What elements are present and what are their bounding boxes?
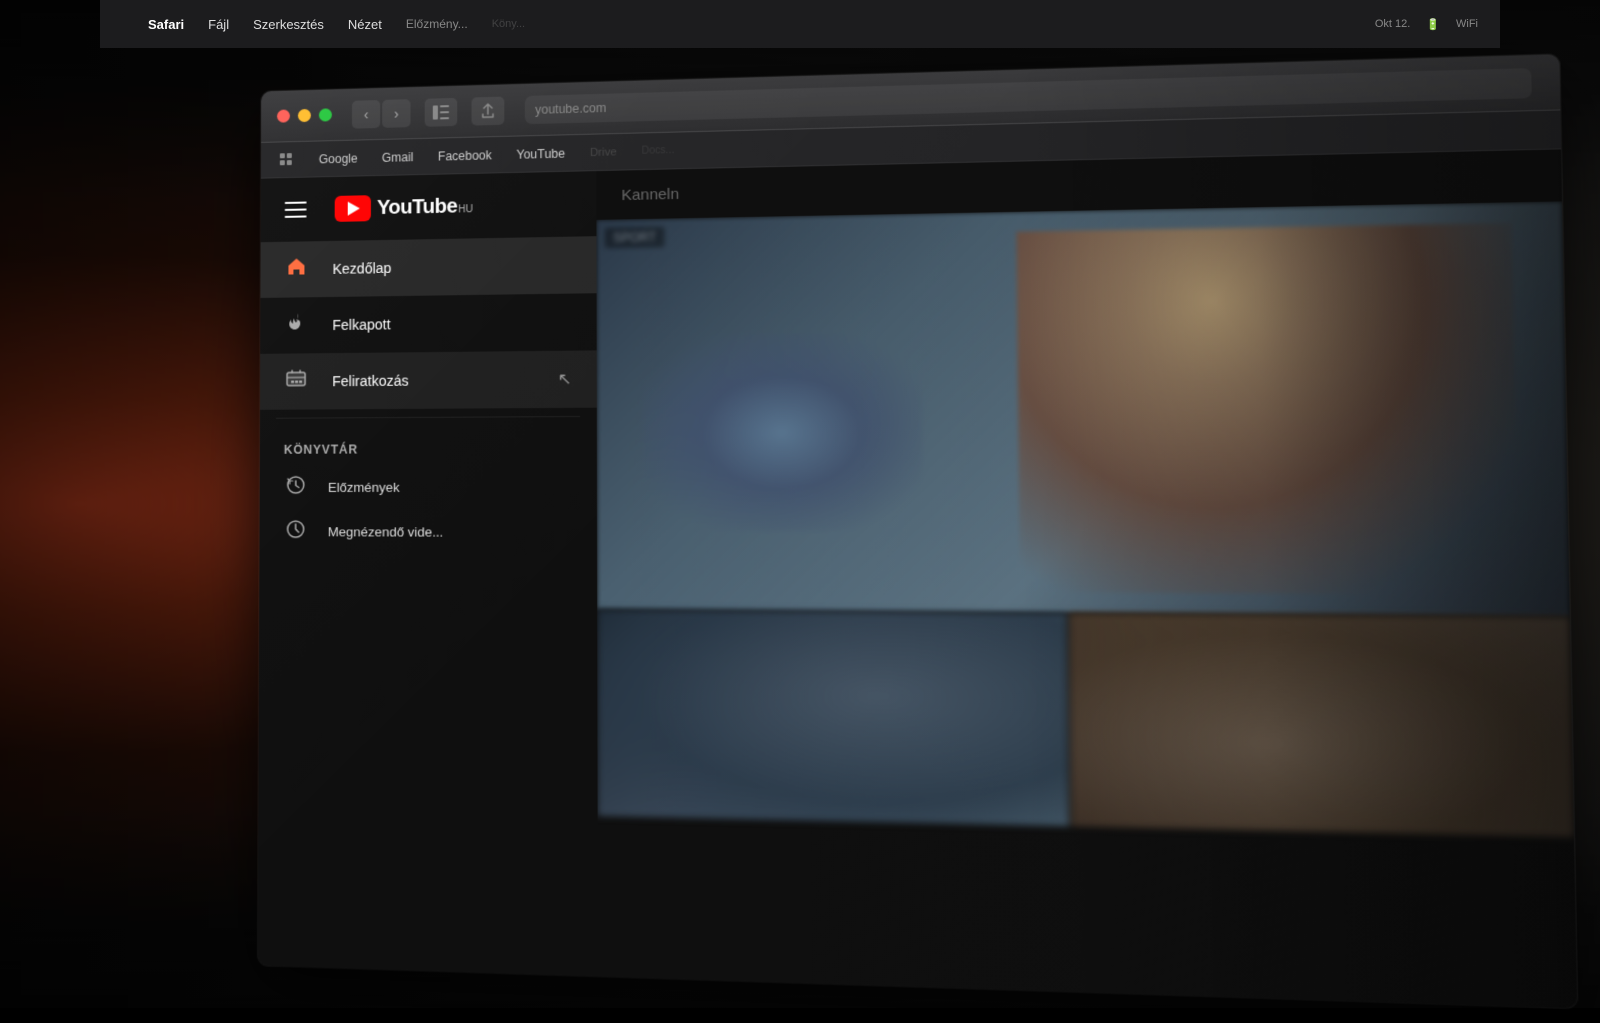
address-text: youtube.com xyxy=(535,100,606,116)
sidebar-toggle-button[interactable] xyxy=(425,97,458,126)
menu-battery: 🔋 xyxy=(1420,14,1446,35)
hamburger-line-3 xyxy=(285,215,307,217)
play-triangle xyxy=(348,201,360,215)
menu-nezet[interactable]: Nézet xyxy=(336,13,394,36)
monitor: ‹ › youtube.com xyxy=(198,0,1600,1023)
youtube-country-code: HU xyxy=(458,204,473,215)
back-button[interactable]: ‹ xyxy=(352,100,380,129)
nav-item-subscriptions[interactable]: Feliratkozás ↖ xyxy=(260,350,597,409)
bookmark-docs[interactable]: Docs... xyxy=(631,141,685,162)
menu-date: Okt 12. xyxy=(1369,14,1416,34)
youtube-sidebar: YouTube HU Kezdőlap xyxy=(258,171,598,976)
menu-safari[interactable]: Safari xyxy=(136,13,196,36)
menu-szerkesztes[interactable]: Szerkesztés xyxy=(241,13,336,36)
nav-buttons: ‹ › xyxy=(352,99,411,129)
yt-header: YouTube HU xyxy=(261,171,597,242)
hamburger-line-1 xyxy=(285,202,307,204)
library-section-title: KÖNYVTÁR xyxy=(260,425,597,465)
maximize-button[interactable] xyxy=(319,108,332,121)
nav-subscriptions-label: Feliratkozás xyxy=(332,373,408,390)
fire-icon xyxy=(284,311,308,339)
macos-menubar: Safari Fájl Szerkesztés Nézet Előzmény..… xyxy=(100,0,1500,48)
nav-item-trending[interactable]: Felkapott xyxy=(260,293,596,354)
menu-fajl[interactable]: Fájl xyxy=(196,13,241,36)
bookmark-gmail[interactable]: Gmail xyxy=(372,145,424,168)
bookmarks-grid-icon[interactable] xyxy=(277,149,297,169)
nav-item-history[interactable]: Előzmények xyxy=(260,464,597,509)
nav-trending-label: Felkapott xyxy=(332,316,390,333)
nav-item-watch-later[interactable]: Megnézendő vide... xyxy=(259,509,597,554)
yt-main-content: Kanneln SPORT xyxy=(596,149,1577,1008)
bookmark-facebook[interactable]: Facebook xyxy=(428,143,502,167)
nav-history-label: Előzmények xyxy=(328,479,400,494)
hamburger-line-2 xyxy=(285,208,307,210)
close-button[interactable] xyxy=(277,109,290,122)
bookmark-drive[interactable]: Drive xyxy=(580,141,628,162)
share-button[interactable] xyxy=(472,96,505,125)
youtube-logo[interactable]: YouTube HU xyxy=(335,193,473,222)
sidebar-divider-1 xyxy=(276,416,580,419)
watch-later-icon xyxy=(284,519,308,544)
traffic-lights xyxy=(277,108,332,122)
nav-home-label: Kezdőlap xyxy=(333,260,392,277)
thumbnail-grid-area: SPORT xyxy=(596,201,1577,1008)
menu-elozmeny[interactable]: Előzmény... xyxy=(394,13,480,35)
nav-item-home[interactable]: Kezdőlap xyxy=(260,236,596,298)
bookmark-youtube[interactable]: YouTube xyxy=(506,142,575,166)
bookmark-google[interactable]: Google xyxy=(309,147,368,170)
history-icon xyxy=(284,474,308,499)
hamburger-menu-button[interactable] xyxy=(277,193,315,226)
youtube-text: YouTube xyxy=(377,195,457,220)
minimize-button[interactable] xyxy=(298,109,311,122)
content-header-title: Kanneln xyxy=(621,185,679,204)
subscriptions-icon xyxy=(284,367,308,395)
depth-blur-overlay xyxy=(596,201,1577,1008)
cursor-near-subscriptions: ↖ xyxy=(558,369,572,390)
home-icon xyxy=(284,255,308,283)
browser-window: ‹ › youtube.com xyxy=(258,54,1577,1008)
menu-extra1[interactable]: Köny... xyxy=(480,14,537,34)
content-area: YouTube HU Kezdőlap xyxy=(258,149,1577,1008)
youtube-play-icon xyxy=(335,195,371,222)
forward-button[interactable]: › xyxy=(382,99,410,128)
nav-watch-later-label: Megnézendő vide... xyxy=(328,524,443,539)
menu-right-area: Okt 12. 🔋 WiFi xyxy=(1369,14,1484,35)
menu-wifi: WiFi xyxy=(1450,14,1484,34)
youtube-wordmark: YouTube HU xyxy=(377,195,473,220)
